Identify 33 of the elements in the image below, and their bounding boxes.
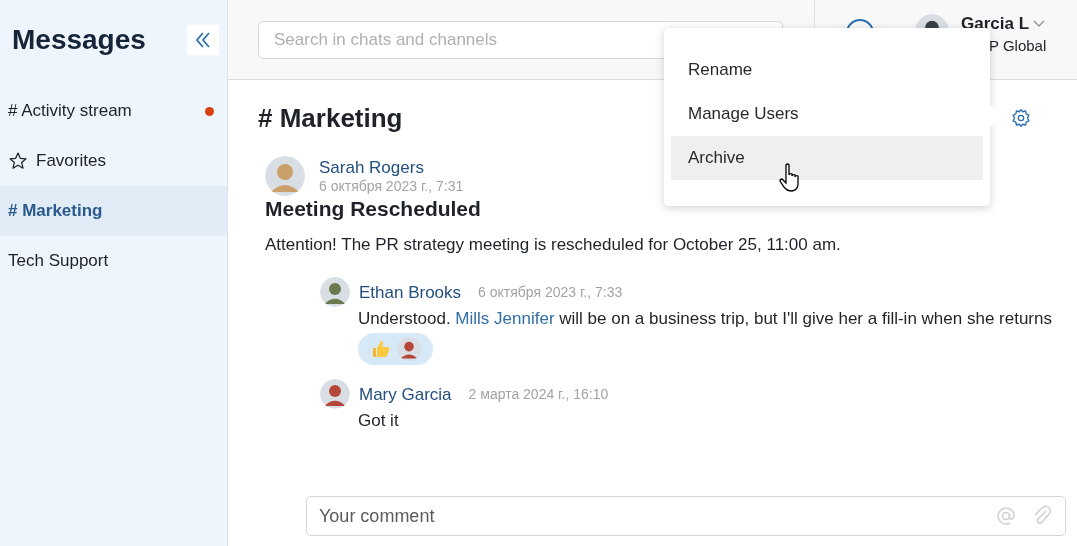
chevron-down-icon[interactable] bbox=[1033, 20, 1046, 28]
company-name: P Global bbox=[989, 37, 1047, 54]
avatar bbox=[265, 156, 305, 196]
sidebar-title: Messages bbox=[12, 24, 146, 56]
mention-link[interactable]: Mills Jennifer bbox=[455, 309, 555, 328]
post-title: Meeting Rescheduled bbox=[265, 197, 482, 221]
channel-title: # Marketing bbox=[258, 102, 403, 134]
avatar bbox=[320, 379, 350, 409]
sidebar-item[interactable]: # Marketing bbox=[0, 186, 227, 236]
avatar bbox=[396, 337, 421, 361]
sidebar-item[interactable]: # Activity stream bbox=[0, 86, 227, 136]
comment-field[interactable]: Your comment bbox=[306, 496, 1066, 536]
sidebar-item[interactable]: Tech Support bbox=[0, 236, 227, 286]
post-text: Attention! The PR strategy meeting is rescheduled for October 25, 11:00 am. bbox=[265, 235, 842, 255]
message-date: 6 октября 2023 г., 7:31 bbox=[319, 178, 464, 194]
author-name[interactable]: Sarah Rogers bbox=[319, 158, 464, 178]
collapse-icon[interactable] bbox=[187, 25, 219, 55]
reaction-pill[interactable] bbox=[358, 333, 433, 365]
thumbs-up-icon bbox=[370, 339, 391, 359]
sidebar-item[interactable]: Favorites bbox=[0, 136, 227, 186]
message-date: 2 марта 2024 г., 16:10 bbox=[468, 386, 609, 402]
paperclip-icon[interactable] bbox=[1032, 505, 1052, 527]
user-name[interactable]: Garcia L bbox=[961, 14, 1030, 34]
star-icon bbox=[8, 151, 28, 171]
author-name[interactable]: Mary Garcia bbox=[359, 385, 452, 405]
menu-item[interactable]: Archive bbox=[671, 136, 983, 180]
reply-text: Got it bbox=[358, 411, 400, 431]
avatar bbox=[320, 277, 350, 307]
menu-item[interactable]: Manage Users bbox=[671, 92, 983, 136]
author-name[interactable]: Ethan Brooks bbox=[359, 283, 462, 303]
message-date: 6 октября 2023 г., 7:33 bbox=[478, 284, 623, 300]
reply-text: Understood. Mills Jennifer will be on a business trip, but I'll give her a fill-in when she returns bbox=[358, 309, 1053, 329]
settings-icon[interactable] bbox=[1011, 108, 1031, 128]
